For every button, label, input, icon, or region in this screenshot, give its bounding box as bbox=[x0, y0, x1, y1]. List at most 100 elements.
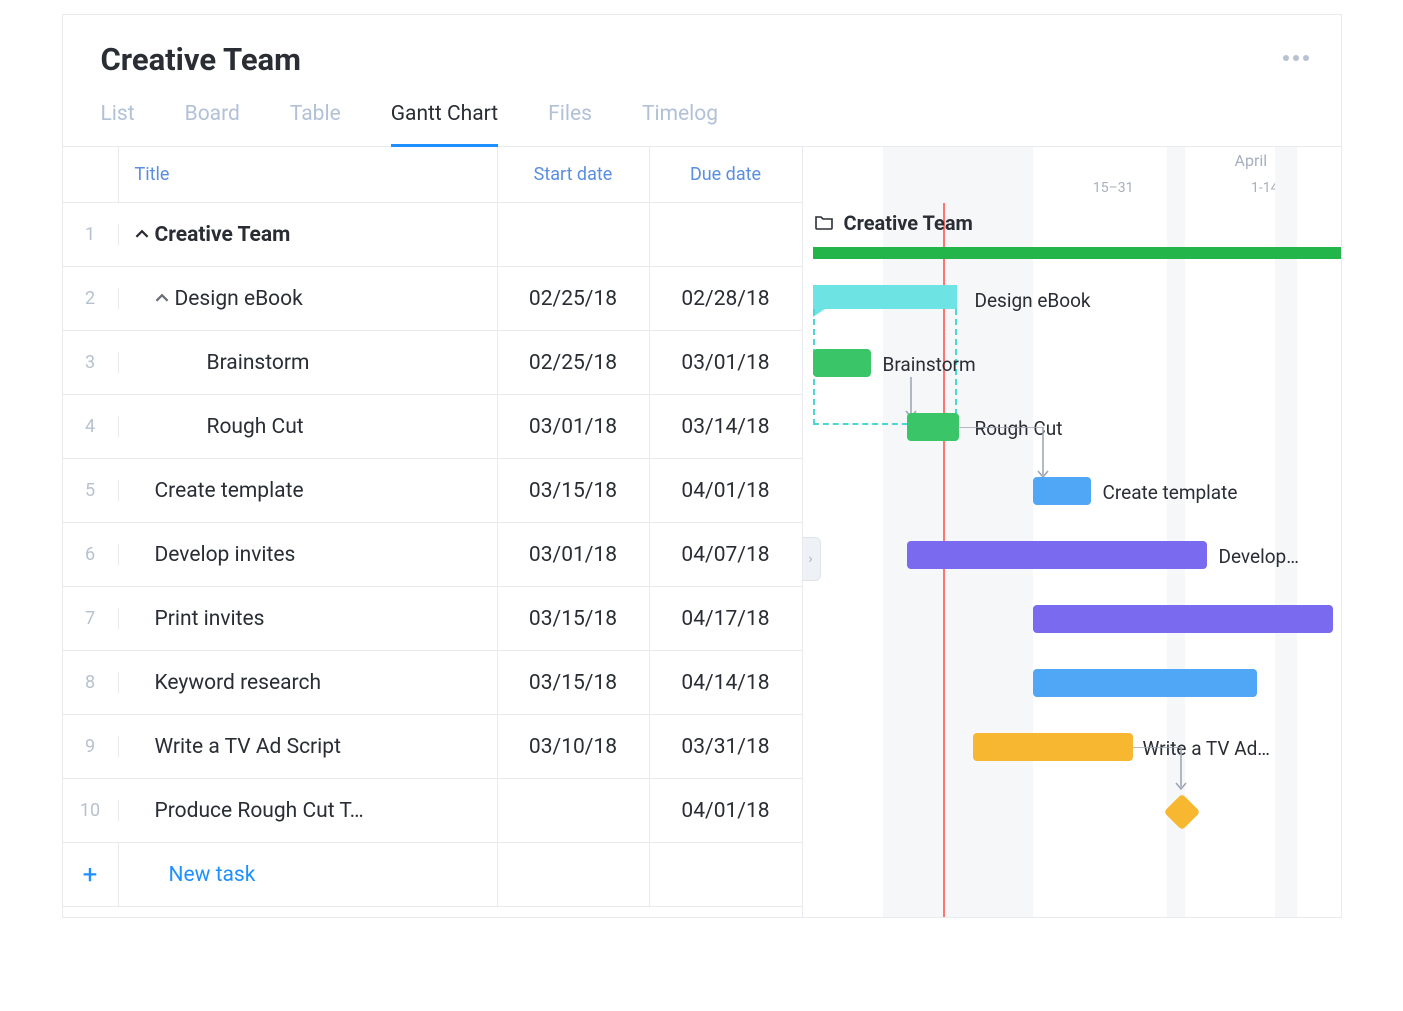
task-title: Design eBook bbox=[175, 287, 303, 311]
gantt-row: Write a TV Ad… bbox=[803, 715, 1341, 779]
task-title-cell[interactable]: Creative Team bbox=[119, 203, 498, 266]
tab-timelog[interactable]: Timelog bbox=[642, 102, 718, 146]
row-number: 2 bbox=[63, 288, 119, 309]
due-date-cell[interactable]: 04/17/18 bbox=[650, 587, 802, 650]
gantt-row bbox=[803, 779, 1341, 843]
bar-label: Design eBook bbox=[975, 289, 1091, 312]
gantt-rows: Creative Team Design eBook Brainstorm bbox=[803, 203, 1341, 843]
start-date-cell[interactable]: 03/15/18 bbox=[498, 587, 650, 650]
task-title-cell[interactable]: Brainstorm bbox=[119, 331, 498, 394]
page-title: Creative Team bbox=[101, 41, 1303, 78]
table-row[interactable]: 3 Brainstorm 02/25/18 03/01/18 bbox=[63, 331, 802, 395]
title-header[interactable]: Title bbox=[119, 147, 498, 202]
task-title: Create template bbox=[155, 479, 304, 503]
start-date-cell[interactable]: 03/01/18 bbox=[498, 523, 650, 586]
gantt-milestone[interactable] bbox=[1163, 794, 1200, 831]
due-date-cell[interactable]: 03/14/18 bbox=[650, 395, 802, 458]
due-date-cell[interactable]: 03/01/18 bbox=[650, 331, 802, 394]
gantt-area[interactable]: March April 1–14 15–31 1-14 › bbox=[803, 147, 1341, 917]
due-header[interactable]: Due date bbox=[650, 147, 802, 202]
task-title-cell[interactable]: Write a TV Ad Script bbox=[119, 715, 498, 778]
row-number: 4 bbox=[63, 416, 119, 437]
new-task-row[interactable]: + New task bbox=[63, 843, 802, 907]
row-number: 3 bbox=[63, 352, 119, 373]
due-date-cell[interactable]: 04/14/18 bbox=[650, 651, 802, 714]
tab-board[interactable]: Board bbox=[185, 102, 240, 146]
task-title: Print invites bbox=[155, 607, 265, 631]
bar-label: Develop… bbox=[1219, 545, 1299, 568]
gantt-bar[interactable] bbox=[1033, 477, 1091, 505]
gantt-parent-bar[interactable] bbox=[813, 285, 957, 309]
task-title: Write a TV Ad Script bbox=[155, 735, 341, 759]
start-date-cell[interactable]: 03/15/18 bbox=[498, 459, 650, 522]
gantt-bar[interactable] bbox=[1033, 605, 1333, 633]
due-date-cell[interactable]: 03/31/18 bbox=[650, 715, 802, 778]
tab-gantt-chart[interactable]: Gantt Chart bbox=[391, 102, 498, 147]
start-date-cell[interactable] bbox=[498, 779, 650, 842]
bar-label: Create template bbox=[1103, 481, 1238, 504]
start-date-cell[interactable] bbox=[498, 203, 650, 266]
chevron-up-icon[interactable] bbox=[155, 287, 169, 311]
start-date-cell[interactable]: 02/25/18 bbox=[498, 331, 650, 394]
tabs: List Board Table Gantt Chart Files Timel… bbox=[101, 102, 1303, 146]
task-title: Rough Cut bbox=[207, 415, 304, 439]
gantt-row: Brainstorm bbox=[803, 331, 1341, 395]
more-menu-icon[interactable] bbox=[1283, 55, 1309, 61]
gantt-row: Develop… bbox=[803, 523, 1341, 587]
tab-files[interactable]: Files bbox=[548, 102, 592, 146]
gantt-bar[interactable] bbox=[907, 541, 1207, 569]
table-row[interactable]: 8 Keyword research 03/15/18 04/14/18 bbox=[63, 651, 802, 715]
due-date-cell[interactable]: 04/07/18 bbox=[650, 523, 802, 586]
table-row[interactable]: 2 Design eBook 02/25/18 02/28/18 bbox=[63, 267, 802, 331]
table-body: 1 Creative Team 2 Design eBook 02/25/ bbox=[63, 203, 802, 907]
gantt-row: Create template bbox=[803, 459, 1341, 523]
task-title-cell[interactable]: Keyword research bbox=[119, 651, 498, 714]
task-title: Produce Rough Cut T… bbox=[155, 799, 364, 823]
chevron-up-icon[interactable] bbox=[135, 223, 149, 247]
bar-label: Brainstorm bbox=[883, 353, 976, 376]
table-row[interactable]: 10 Produce Rough Cut T… 04/01/18 bbox=[63, 779, 802, 843]
table-row[interactable]: 6 Develop invites 03/01/18 04/07/18 bbox=[63, 523, 802, 587]
start-date-cell[interactable]: 02/25/18 bbox=[498, 267, 650, 330]
gantt-bar[interactable] bbox=[907, 413, 959, 441]
table-row[interactable]: 7 Print invites 03/15/18 04/17/18 bbox=[63, 587, 802, 651]
new-task-label[interactable]: New task bbox=[119, 843, 498, 906]
group-label: Creative Team bbox=[815, 211, 973, 235]
due-date-cell[interactable]: 04/01/18 bbox=[650, 459, 802, 522]
task-title-cell[interactable]: Rough Cut bbox=[119, 395, 498, 458]
start-date-cell[interactable]: 03/10/18 bbox=[498, 715, 650, 778]
content-area: Title Start date Due date 1 Creative Tea… bbox=[63, 147, 1341, 917]
plus-icon[interactable]: + bbox=[63, 843, 119, 906]
gantt-row: Rough Cut bbox=[803, 395, 1341, 459]
row-number: 5 bbox=[63, 480, 119, 501]
table-row[interactable]: 1 Creative Team bbox=[63, 203, 802, 267]
task-title-cell[interactable]: Design eBook bbox=[119, 267, 498, 330]
month-label: April bbox=[1161, 151, 1340, 170]
start-header[interactable]: Start date bbox=[498, 147, 650, 202]
table-row[interactable]: 9 Write a TV Ad Script 03/10/18 03/31/18 bbox=[63, 715, 802, 779]
start-date-cell[interactable]: 03/15/18 bbox=[498, 651, 650, 714]
range-label: 1-14 bbox=[1189, 180, 1341, 196]
gantt-group-bar[interactable] bbox=[813, 247, 1341, 259]
gantt-group-row: Creative Team bbox=[803, 203, 1341, 267]
task-title-cell[interactable]: Develop invites bbox=[119, 523, 498, 586]
gantt-bar[interactable] bbox=[813, 349, 871, 377]
table-row[interactable]: 4 Rough Cut 03/01/18 03/14/18 bbox=[63, 395, 802, 459]
due-date-cell[interactable]: 04/01/18 bbox=[650, 779, 802, 842]
gantt-bar[interactable] bbox=[1033, 669, 1257, 697]
folder-icon bbox=[815, 211, 833, 235]
task-title-cell[interactable]: Produce Rough Cut T… bbox=[119, 779, 498, 842]
tab-list[interactable]: List bbox=[101, 102, 135, 146]
table-header: Title Start date Due date bbox=[63, 147, 802, 203]
bar-label: Rough Cut bbox=[975, 417, 1063, 440]
task-title-cell[interactable]: Create template bbox=[119, 459, 498, 522]
table-row[interactable]: 5 Create template 03/15/18 04/01/18 bbox=[63, 459, 802, 523]
gantt-row: Design eBook bbox=[803, 267, 1341, 331]
due-date-cell[interactable] bbox=[650, 203, 802, 266]
start-date-cell[interactable]: 03/01/18 bbox=[498, 395, 650, 458]
row-number: 1 bbox=[63, 224, 119, 245]
gantt-bar[interactable] bbox=[973, 733, 1133, 761]
task-title-cell[interactable]: Print invites bbox=[119, 587, 498, 650]
due-date-cell[interactable]: 02/28/18 bbox=[650, 267, 802, 330]
tab-table[interactable]: Table bbox=[290, 102, 341, 146]
